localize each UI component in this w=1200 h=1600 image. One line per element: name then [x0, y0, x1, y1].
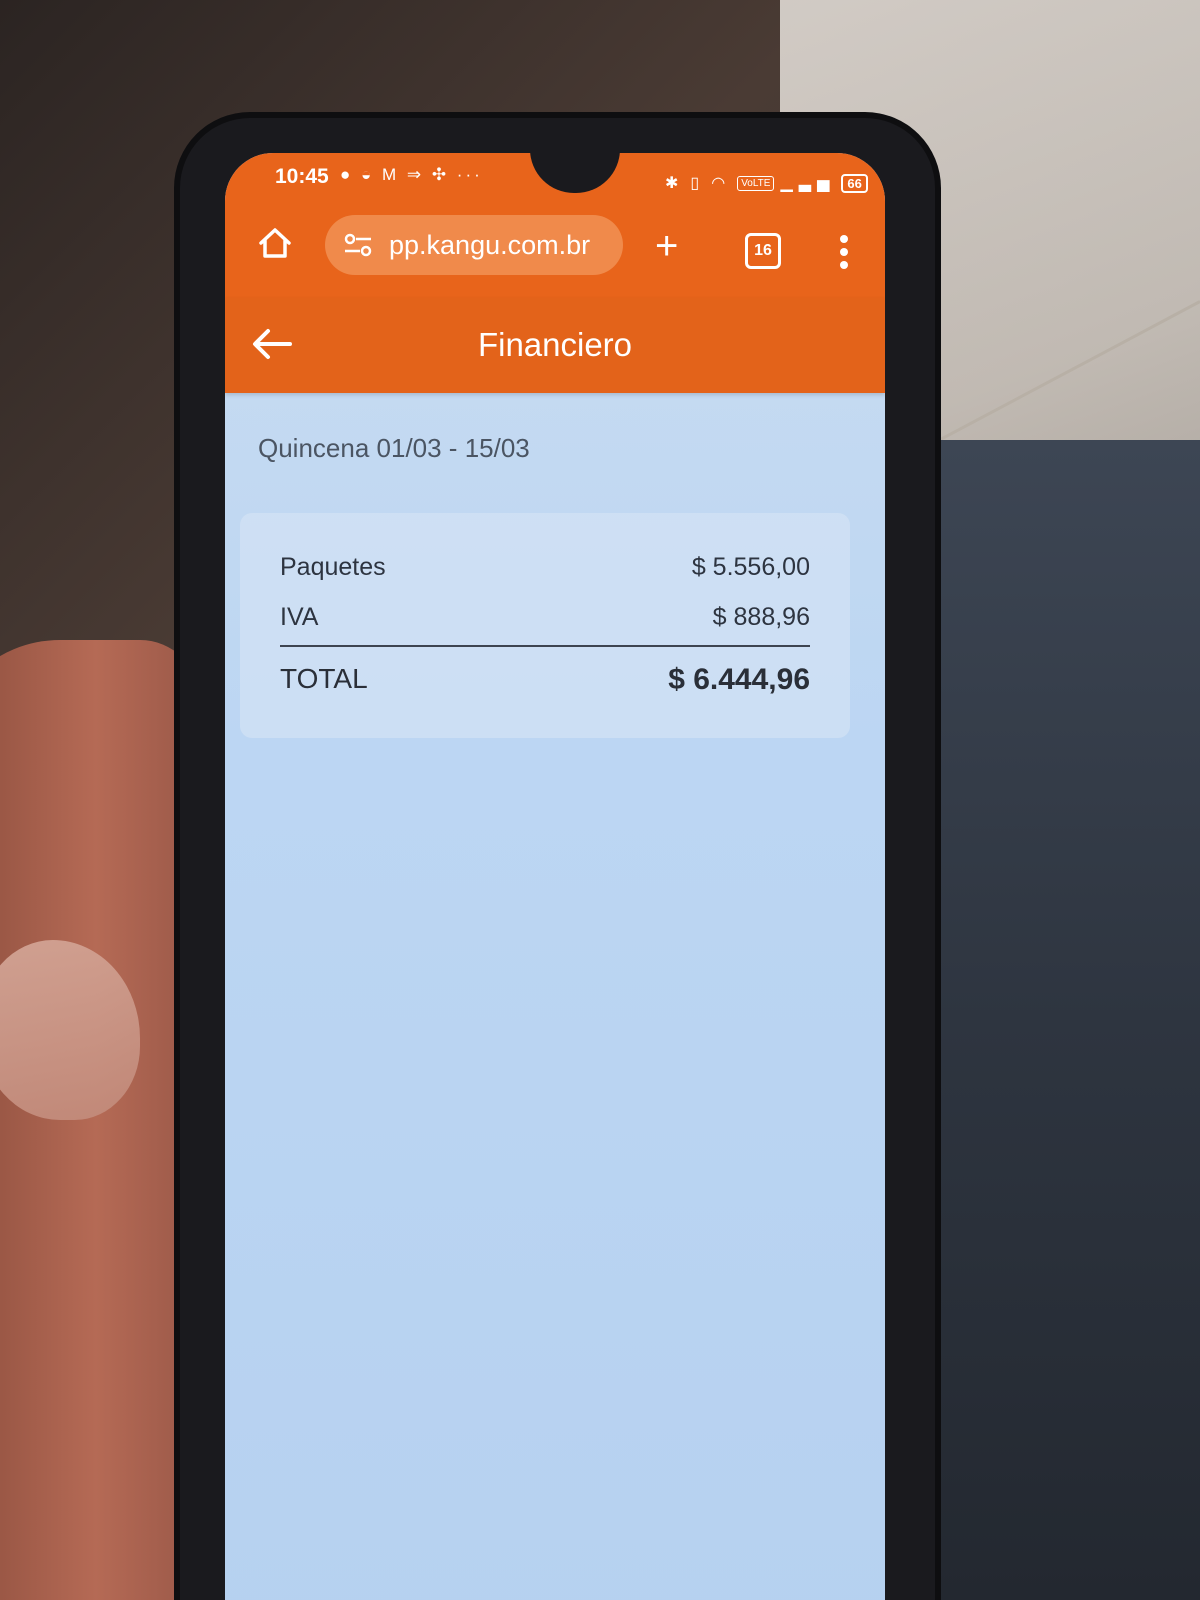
- vibrate-icon: ▯: [690, 175, 706, 192]
- notification-icons: ● ◒ M ⇒ ✣ ···: [340, 165, 483, 184]
- browser-menu-button[interactable]: [840, 235, 850, 269]
- summary-row: IVA $ 888,96: [280, 603, 810, 632]
- more-vert-icon: [840, 235, 848, 243]
- plus-icon: +: [655, 224, 679, 268]
- financial-summary-card: Paquetes $ 5.556,00 IVA $ 888,96 TOTAL $…: [240, 513, 850, 738]
- total-divider: [280, 645, 810, 647]
- signal-icon: ▁▃▅: [780, 175, 836, 192]
- row-value: $ 888,96: [712, 603, 810, 631]
- page-title: Financiero: [477, 326, 633, 363]
- wifi-icon: ◠: [711, 175, 732, 192]
- site-settings-icon[interactable]: [343, 232, 373, 258]
- period-label: Quincena 01/03 - 15/03: [258, 433, 530, 463]
- holding-hand: [0, 640, 200, 1600]
- total-label: TOTAL: [280, 663, 368, 694]
- tab-switcher-button[interactable]: 16: [745, 233, 781, 269]
- more-vert-icon-dot: [840, 261, 848, 269]
- total-value: $ 6.444,96: [668, 663, 810, 696]
- row-label: IVA: [280, 603, 319, 631]
- app-header: Financiero: [225, 298, 885, 393]
- new-tab-button[interactable]: +: [655, 226, 678, 266]
- address-bar[interactable]: pp.kangu.com.br: [325, 215, 623, 275]
- system-status-icons: ✱ ▯ ◠ VoLTE ▁▃▅ 66: [665, 173, 868, 193]
- row-value: $ 5.556,00: [691, 553, 810, 581]
- row-label: Paquetes: [280, 553, 386, 581]
- phone-device: 10:45 ● ◒ M ⇒ ✣ ··· ✱ ▯ ◠ VoLTE ▁▃▅ 66 p…: [180, 118, 935, 1600]
- home-icon: [259, 228, 291, 258]
- battery-icon: 66: [841, 173, 868, 193]
- summary-row: Paquetes $ 5.556,00: [280, 553, 810, 582]
- more-vert-icon-dot: [840, 248, 848, 256]
- status-time: 10:45: [275, 165, 329, 188]
- browser-chrome: 10:45 ● ◒ M ⇒ ✣ ··· ✱ ▯ ◠ VoLTE ▁▃▅ 66 p…: [225, 153, 885, 298]
- phone-screen: 10:45 ● ◒ M ⇒ ✣ ··· ✱ ▯ ◠ VoLTE ▁▃▅ 66 p…: [225, 153, 885, 1600]
- photo-scene: 10:45 ● ◒ M ⇒ ✣ ··· ✱ ▯ ◠ VoLTE ▁▃▅ 66 p…: [0, 0, 1200, 1600]
- total-row: TOTAL $ 6.444,96: [280, 663, 810, 697]
- url-text[interactable]: pp.kangu.com.br: [389, 230, 590, 261]
- home-button[interactable]: [255, 223, 295, 263]
- volte-badge: VoLTE: [737, 175, 775, 191]
- bluetooth-icon: ✱: [665, 175, 685, 192]
